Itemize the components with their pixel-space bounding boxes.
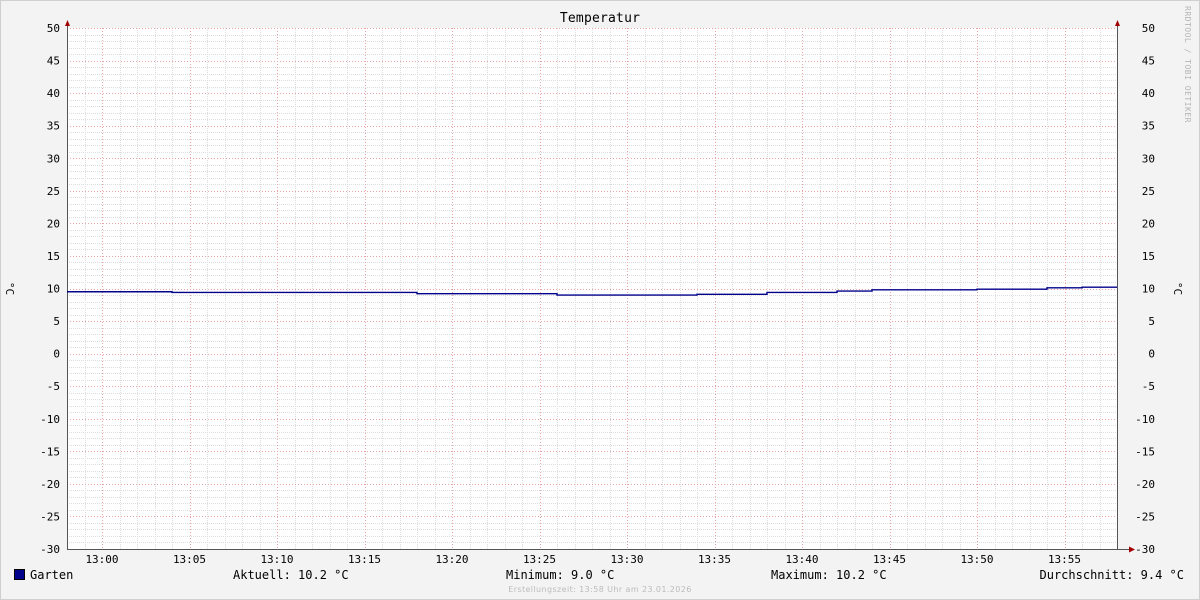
stat-current: Aktuell: 10.2 °C [233,568,349,582]
y-tick-label-left: 15 [47,250,60,263]
y-tick-label-left: 10 [47,283,60,296]
y-axis-label-right: °C [1171,281,1185,296]
y-tick-label-right: -30 [1135,543,1155,556]
y-tick-label-right: -15 [1135,445,1155,458]
y-tick-label-right: -20 [1135,478,1155,491]
x-tick-label: 13:10 [260,553,293,566]
x-tick-label: 13:30 [610,553,643,566]
y-tick-label-right: 5 [1148,315,1155,328]
stat-maximum: Maximum: 10.2 °C [771,568,887,582]
x-tick-label: 13:45 [873,553,906,566]
y-tick-label-right: 15 [1142,250,1155,263]
y-tick-label-left: -20 [40,478,60,491]
y-tick-label-left: 20 [47,217,60,230]
y-tick-label-left: 5 [53,315,60,328]
y-tick-label-left: 45 [47,55,60,68]
y-tick-label-left: 25 [47,185,60,198]
y-tick-label-left: 35 [47,120,60,133]
x-tick-label: 13:35 [698,553,731,566]
creation-time: Erstellungszeit: 13:58 Uhr am 23.01.2026 [508,585,692,594]
y-tick-label-right: -25 [1135,510,1155,523]
y-tick-label-right: 0 [1148,348,1155,361]
x-axis-ticks: 13:00 13:05 13:10 13:15 13:20 13:25 13:30 13:35… [85,553,1081,566]
watermark: RRDTOOL / TOBI OETIKER [1183,6,1192,123]
y-tick-label-left: 30 [47,152,60,165]
chart-title: Temperatur [559,11,641,26]
x-tick-label: 13:50 [960,553,993,566]
y-tick-label-right: -10 [1135,413,1155,426]
x-tick-label: 13:05 [173,553,206,566]
legend-series-name: Garten [30,568,74,582]
x-tick-label: 13:40 [785,553,818,566]
x-axis-arrow [1129,546,1135,553]
y-tick-label-right: 35 [1142,120,1155,133]
y-tick-label-right: 25 [1142,185,1155,198]
y-axis-right-ticks: 50454035302520151050-5-10-15-20-25-30 [1135,22,1155,556]
stat-minimum: Minimum: 9.0 °C [506,568,615,582]
x-tick-label: 13:00 [85,553,118,566]
y-tick-label-right: 20 [1142,217,1155,230]
chart-canvas: 50454035302520151050-5-10-15-20-25-30 50… [40,20,1155,566]
y-tick-label-right: -5 [1142,380,1155,393]
y-axis-label-left: °C [3,281,17,296]
y-tick-label-right: 30 [1142,152,1155,165]
y-tick-label-left: -5 [47,380,60,393]
x-tick-label: 13:25 [523,553,556,566]
y-tick-label-right: 40 [1142,87,1155,100]
y-tick-label-left: -10 [40,413,60,426]
legend-swatch [14,569,25,580]
y-tick-label-right: 10 [1142,283,1155,296]
x-tick-label: 13:20 [435,553,468,566]
y-axis-left-ticks: 50454035302520151050-5-10-15-20-25-30 [40,22,60,556]
y-tick-label-left: -30 [40,543,60,556]
y-tick-label-left: -15 [40,445,60,458]
x-tick-label: 13:15 [348,553,381,566]
stat-average: Durchschnitt: 9.4 °C [1039,568,1185,582]
y-tick-label-left: -25 [40,510,60,523]
y-tick-label-left: 40 [47,87,60,100]
legend: Garten Aktuell: 10.2 °C Minimum: 9.0 °C … [0,568,1200,584]
y-tick-label-right: 45 [1142,55,1155,68]
y-tick-label-left: 0 [53,348,60,361]
x-tick-label: 13:55 [1048,553,1081,566]
